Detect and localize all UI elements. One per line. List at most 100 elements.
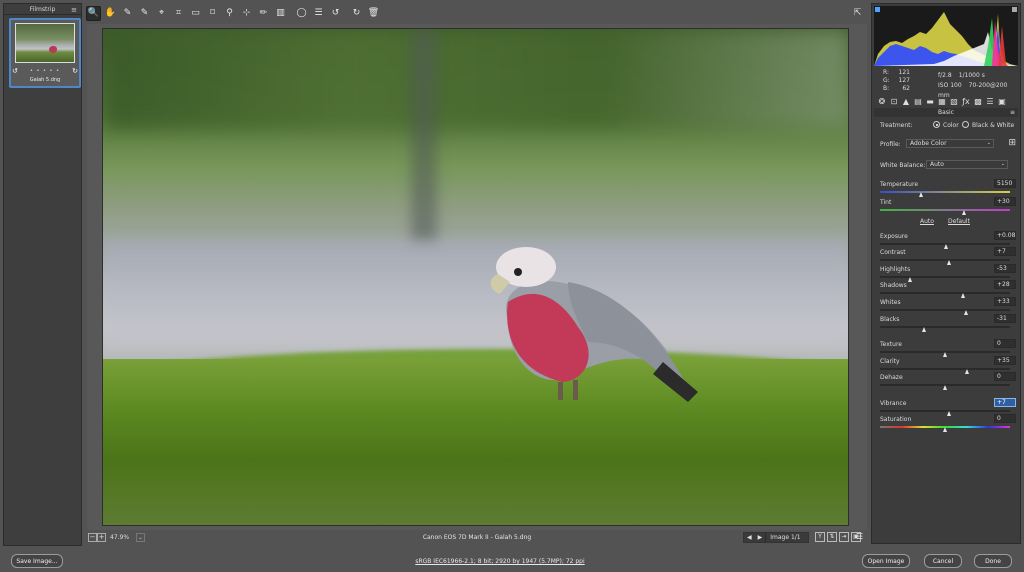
blacks-track[interactable] — [880, 326, 1010, 328]
section-menu-icon[interactable]: ≡ — [1010, 108, 1015, 117]
straighten-tool[interactable]: ▭ — [188, 6, 203, 21]
next-image-icon[interactable]: ▶ — [755, 534, 766, 541]
shadows-track[interactable] — [880, 292, 1010, 294]
hand-tool[interactable]: ✋ — [103, 6, 118, 21]
pixel-readout: R: 121 G: 127 B: 62 f/2.8 1/1000 s ISO 100 70… — [874, 67, 1018, 99]
whites-track[interactable] — [880, 309, 1010, 311]
targeted-adjustment-tool[interactable]: ⌖ — [154, 6, 169, 21]
treatment-color-radio[interactable] — [933, 121, 940, 128]
blacks-value[interactable]: -31 — [994, 314, 1016, 323]
texture-value[interactable]: 0 — [994, 339, 1016, 348]
lens-tab-icon[interactable]: ▦ — [937, 97, 947, 106]
copy-settings-icon[interactable]: ⇥ — [839, 532, 849, 542]
cancel-button[interactable]: Cancel — [924, 554, 962, 568]
tint-thumb[interactable] — [962, 210, 966, 215]
color-sampler-tool[interactable]: ✎ — [137, 6, 152, 21]
treatment-bw-label: Black & White — [972, 122, 1015, 129]
aperture-value: f/2.8 — [938, 72, 952, 79]
zoom-tool[interactable]: 🔍 — [86, 5, 101, 21]
clarity-label: Clarity — [880, 358, 900, 365]
calibration-tab-icon[interactable]: ▩ — [973, 97, 983, 106]
prev-image-icon[interactable]: ◀ — [744, 534, 755, 541]
white-balance-dropdown[interactable]: Auto ⌄ — [926, 160, 1008, 169]
whites-value[interactable]: +33 — [994, 297, 1016, 306]
rotate-ccw-tool[interactable]: ↺ — [328, 6, 343, 21]
delete-tool[interactable]: 🗑 — [366, 6, 381, 21]
hsl-tab-icon[interactable]: ▤ — [913, 97, 923, 106]
canvas-options-icon[interactable]: ☰ — [856, 532, 863, 541]
rotate-right-icon[interactable]: ↻ — [72, 67, 78, 75]
tint-value[interactable]: +30 — [994, 197, 1016, 206]
highlight-clip-indicator[interactable] — [1012, 7, 1017, 12]
preferences-tool[interactable]: ☰ — [311, 6, 326, 21]
highlights-value[interactable]: -53 — [994, 264, 1016, 273]
profile-browser-icon[interactable]: ⊞ — [1008, 138, 1016, 148]
crop-tool[interactable]: ⌗ — [171, 6, 186, 21]
shadows-thumb[interactable] — [960, 293, 965, 298]
photo-preview[interactable] — [102, 28, 849, 526]
default-link[interactable]: Default — [948, 218, 970, 225]
snapshots-tab-icon[interactable]: ▣ — [997, 97, 1007, 106]
open-image-button[interactable]: Open Image — [862, 554, 910, 568]
treatment-bw-radio[interactable] — [962, 121, 969, 128]
chevron-down-icon: ⌄ — [986, 140, 991, 146]
thumbnail-bird — [49, 46, 57, 53]
auto-link[interactable]: Auto — [920, 218, 934, 225]
shadow-clip-indicator[interactable] — [875, 7, 880, 12]
split-toning-tab-icon[interactable]: ▬ — [925, 97, 935, 106]
spot-removal-tool[interactable]: ⚲ — [222, 6, 237, 21]
contrast-thumb[interactable] — [947, 260, 951, 265]
presets-tab-icon[interactable]: ☰ — [985, 97, 995, 106]
tool-bar: 🔍 ✋ ✎ ✎ ⌖ ⌗ ▭ ⌑ ⚲ ⊹ ✏ ▥ ◯ ☰ ↺ ↻ 🗑 — [86, 5, 381, 21]
saturation-value[interactable]: 0 — [994, 414, 1016, 423]
filmstrip-header: Filmstrip ≡ — [4, 4, 81, 15]
whites-thumb[interactable] — [964, 310, 968, 315]
rating-stars[interactable]: • • • • • — [11, 68, 79, 74]
transform-tool[interactable]: ⌑ — [205, 6, 220, 21]
temperature-thumb[interactable] — [919, 192, 924, 197]
profile-dropdown[interactable]: Adobe Color ⌄ — [906, 139, 994, 148]
tint-slider-row: Tint +30 — [880, 197, 1016, 215]
texture-thumb[interactable] — [942, 352, 947, 357]
tint-track[interactable] — [880, 209, 1010, 211]
shadows-value[interactable]: +28 — [994, 280, 1016, 289]
workflow-options-link[interactable]: sRGB IEC61966-2.1; 8 bit; 2920 by 1947 (… — [0, 558, 1000, 565]
white-balance-tool[interactable]: ✎ — [120, 6, 135, 21]
exposure-value[interactable]: +0.08 — [994, 231, 1016, 240]
contrast-track[interactable] — [880, 259, 1010, 261]
filmstrip-thumbnail[interactable]: ↺ • • • • • ↻ Galah 5.dng — [9, 18, 81, 88]
dehaze-thumb[interactable] — [942, 385, 947, 390]
blacks-slider-row: Blacks -31 — [880, 314, 1016, 332]
temperature-track[interactable] — [880, 191, 1010, 193]
tone-curve-tab-icon[interactable]: ⊡ — [889, 97, 899, 106]
whites-slider-row: Whites +33 — [880, 297, 1016, 315]
temperature-value[interactable]: 5150 — [994, 179, 1016, 188]
thumbnail-filename: Galah 5.dng — [29, 77, 61, 83]
radial-filter-tool[interactable]: ◯ — [294, 6, 309, 21]
clarity-track[interactable] — [880, 368, 1010, 370]
transform-tab-icon[interactable]: ▧ — [949, 97, 959, 106]
open-preferences-icon[interactable]: ⇱ — [851, 6, 864, 19]
filmstrip-menu-icon[interactable]: ≡ — [71, 5, 77, 16]
effects-tab-icon[interactable]: ƒx — [961, 97, 971, 106]
highlights-track[interactable] — [880, 276, 1010, 278]
white-balance-label: White Balance: — [880, 162, 926, 169]
contrast-value[interactable]: +7 — [994, 247, 1016, 256]
blacks-thumb[interactable] — [922, 327, 927, 332]
done-button[interactable]: Done — [974, 554, 1012, 568]
rotate-cw-tool[interactable]: ↻ — [349, 6, 364, 21]
clarity-value[interactable]: +35 — [994, 356, 1016, 365]
red-eye-tool[interactable]: ⊹ — [239, 6, 254, 21]
dehaze-value[interactable]: 0 — [994, 372, 1016, 381]
vibrance-value[interactable]: +7 — [994, 398, 1016, 407]
rgb-values: R: 121 G: 127 B: 62 — [883, 69, 910, 92]
vibrance-track[interactable] — [880, 410, 1010, 412]
photo-foliage — [103, 29, 848, 129]
saturation-thumb[interactable] — [942, 427, 947, 432]
adjustment-brush-tool[interactable]: ✏ — [256, 6, 271, 21]
basic-tab-icon[interactable]: ❂ — [877, 97, 887, 106]
graduated-filter-tool[interactable]: ▥ — [273, 6, 288, 21]
detail-tab-icon[interactable]: ▲ — [901, 97, 911, 106]
swap-settings-icon[interactable]: ⇅ — [827, 532, 837, 542]
before-after-icon[interactable]: Y — [815, 532, 825, 542]
